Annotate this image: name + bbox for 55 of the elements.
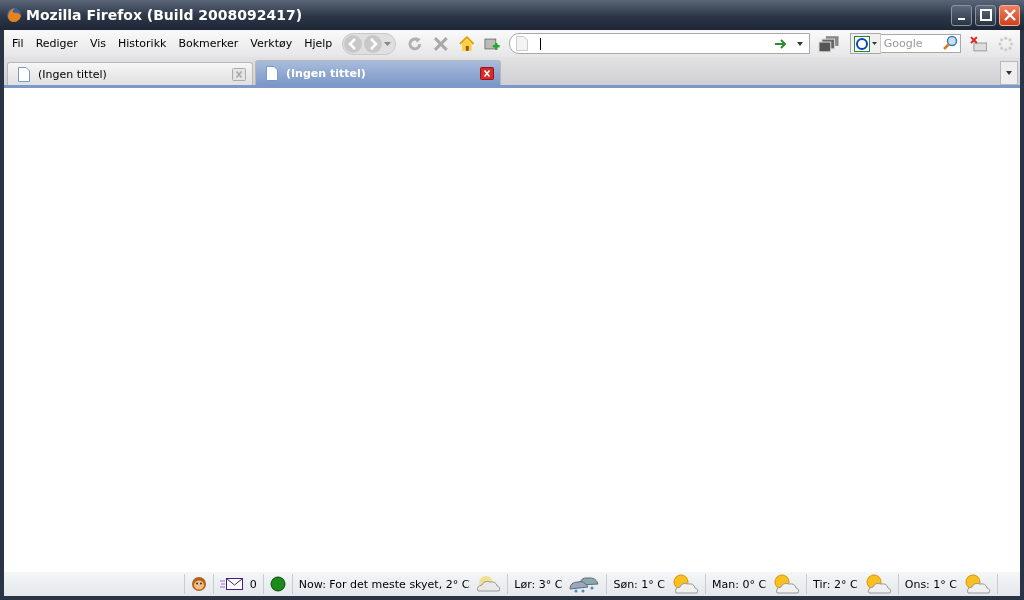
weather-text: Søn: 1° C xyxy=(613,577,665,591)
sun-cloud-icon[interactable] xyxy=(772,574,801,594)
maximize-button[interactable] xyxy=(975,4,996,26)
home-icon[interactable] xyxy=(458,35,475,52)
search-icon[interactable] xyxy=(941,35,958,51)
weather-text: Now: For det meste skyet, 2° C xyxy=(298,577,470,591)
stop-icon[interactable] xyxy=(432,35,449,52)
page-icon xyxy=(515,36,528,51)
menu-item[interactable]: Vis xyxy=(83,37,112,50)
weather-text: Man: 0° C xyxy=(712,577,767,591)
sun-cloud-icon[interactable] xyxy=(863,574,892,594)
search-field[interactable]: Google xyxy=(880,34,961,53)
page-icon xyxy=(18,66,30,82)
search-engine-button[interactable] xyxy=(849,33,881,54)
status-circle-icon[interactable] xyxy=(269,576,286,592)
globe-fox-icon xyxy=(6,7,22,23)
search-engine-icon xyxy=(853,35,870,52)
weather-text: Ons: 1° C xyxy=(904,577,957,591)
tab[interactable]: (Ingen tittel) xyxy=(7,62,253,85)
menu-item[interactable]: Bokmerker xyxy=(172,37,245,50)
weather-text: Tir: 2° C xyxy=(813,577,858,591)
monkey-face-icon[interactable] xyxy=(190,576,207,592)
maximize-icon xyxy=(979,9,992,21)
menu-item[interactable]: Fil xyxy=(6,37,30,50)
cloud-icon[interactable] xyxy=(475,575,502,593)
menu-item[interactable]: Rediger xyxy=(29,37,84,50)
throbber-icon xyxy=(997,34,1015,53)
mail-count: 0 xyxy=(249,577,257,591)
menu-item[interactable]: Verktøy xyxy=(244,37,299,50)
windows-icon[interactable] xyxy=(818,34,840,53)
window-title: Mozilla Firefox (Build 2008092417) xyxy=(26,7,304,23)
snow-cloud-icon[interactable] xyxy=(568,575,601,593)
mail-icon[interactable] xyxy=(219,577,244,591)
close-button[interactable] xyxy=(999,4,1020,26)
page-icon xyxy=(266,65,278,81)
address-field[interactable] xyxy=(508,33,811,54)
close-tab-icon[interactable] xyxy=(480,66,494,80)
minimize-button[interactable] xyxy=(951,4,972,26)
folder-close-icon[interactable] xyxy=(969,35,988,52)
tab-title: (Ingen tittel) xyxy=(286,66,367,80)
tab-list-button[interactable] xyxy=(1000,61,1018,85)
dropdown-icon[interactable] xyxy=(797,41,804,46)
sun-cloud-icon[interactable] xyxy=(963,574,991,594)
sun-cloud-icon[interactable] xyxy=(671,574,699,594)
weather-text: Lør: 3° C xyxy=(514,577,563,591)
menu-item[interactable]: Hjelp xyxy=(298,37,339,50)
minimize-icon xyxy=(958,18,965,20)
tab-title: (Ingen tittel) xyxy=(38,67,108,81)
add-bookmark-icon[interactable] xyxy=(484,35,500,52)
go-arrow-icon[interactable] xyxy=(775,38,788,49)
caret-icon[interactable] xyxy=(384,41,392,46)
close-icon xyxy=(1003,9,1016,21)
menu-item[interactable]: Historikk xyxy=(111,37,173,50)
caret-icon xyxy=(871,42,877,45)
caret-icon xyxy=(1006,71,1012,75)
